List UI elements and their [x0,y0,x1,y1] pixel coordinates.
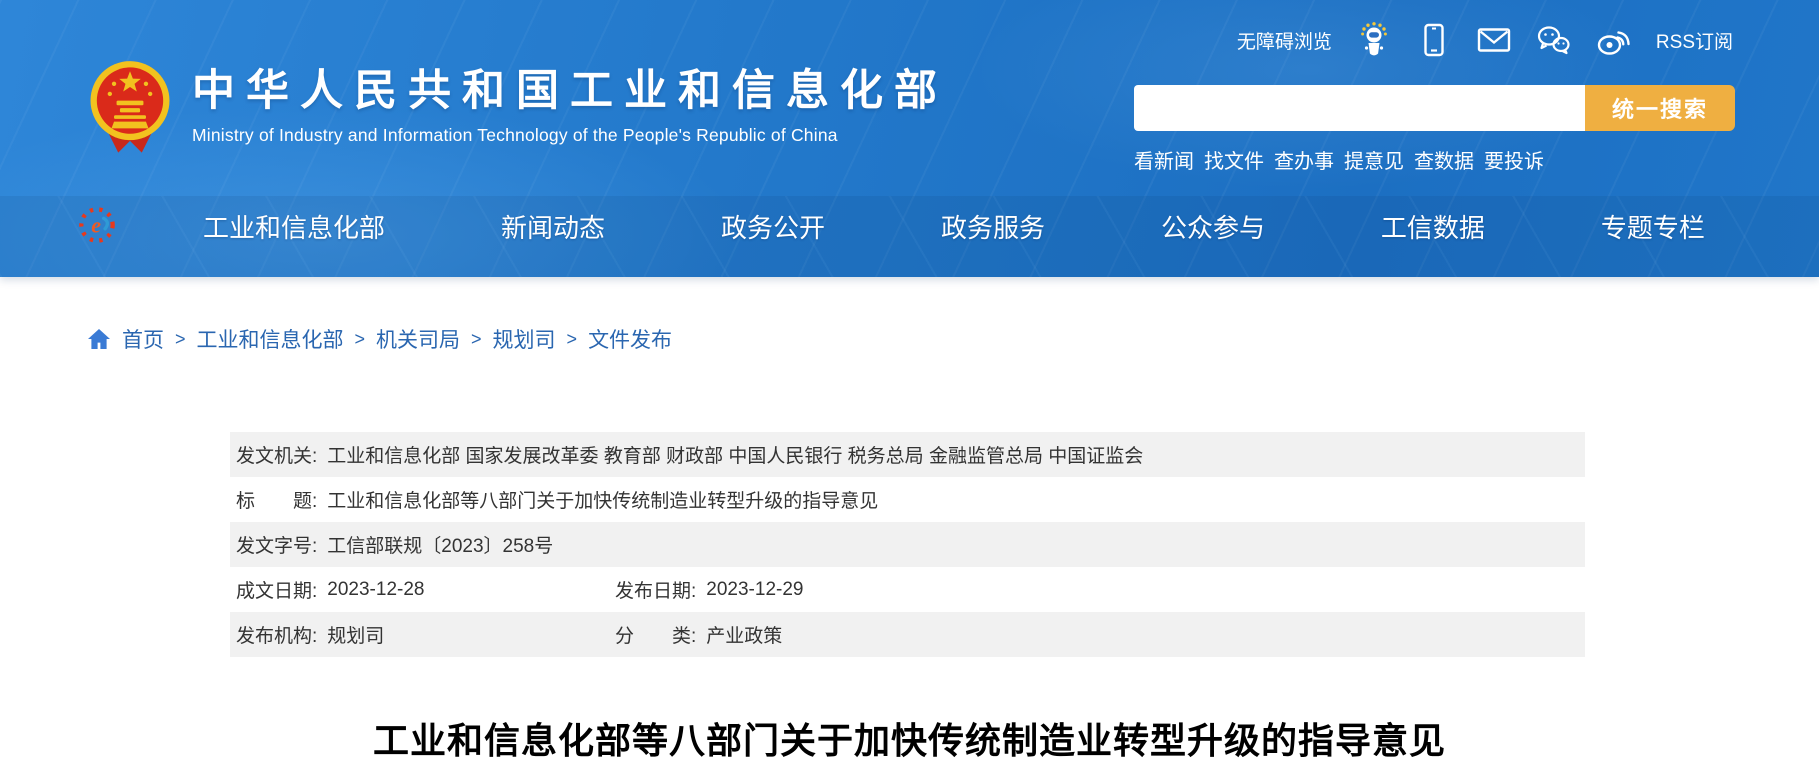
rss-link[interactable]: RSS订阅 [1656,27,1733,54]
quick-links: 看新闻 找文件 查办事 提意见 查数据 要投诉 [1134,145,1735,174]
field-label: 发布机构: [236,621,317,648]
nav-item-news[interactable]: 新闻动态 [501,208,605,245]
quick-link-data[interactable]: 查数据 [1414,145,1474,174]
utility-bar: 无障碍浏览 [1237,20,1733,60]
doc-info-table: 发文机关: 工业和信息化部 国家发展改革委 教育部 财政部 中国人民银行 税务总… [230,432,1585,657]
wechat-icon[interactable] [1536,22,1572,58]
field-value: 2023-12-29 [706,579,803,601]
svg-text:e: e [91,214,101,238]
field-value: 工业和信息化部 国家发展改革委 教育部 财政部 中国人民银行 税务总局 金融监管… [327,441,1143,468]
breadcrumb-separator: > [471,329,482,350]
breadcrumb-separator: > [355,329,366,350]
field-label: 发文字号: [236,531,317,558]
site-title: 中华人民共和国工业和信息化部 [192,68,948,115]
quick-link-news[interactable]: 看新闻 [1134,145,1194,174]
field-label: 发文机关: [236,441,317,468]
field-value: 2023-12-28 [327,579,424,601]
search-input[interactable] [1134,85,1585,131]
mobile-icon[interactable] [1416,22,1452,58]
breadcrumb-miit[interactable]: 工业和信息化部 [197,324,344,354]
doc-info-row-doc-number: 发文字号: 工信部联规〔2023〕258号 [230,522,1585,567]
field-value: 规划司 [327,621,384,648]
breadcrumb-planning-dept[interactable]: 规划司 [493,324,556,354]
breadcrumb-separator: > [175,329,186,350]
field-label: 分 类: [615,621,696,648]
quick-link-feedback[interactable]: 提意见 [1344,145,1404,174]
breadcrumb-document-release[interactable]: 文件发布 [588,324,672,354]
field-label: 发布日期: [615,576,696,603]
robot-mascot-icon[interactable] [1356,22,1392,58]
page: 无障碍浏览 [0,0,1819,774]
nav-item-industry-data[interactable]: 工信数据 [1381,208,1485,245]
quick-link-services[interactable]: 查办事 [1274,145,1334,174]
mail-icon[interactable] [1476,22,1512,58]
field-label: 标 题: [236,486,317,513]
main-nav: 工业和信息化部 新闻动态 政务公开 政务服务 公众参与 工信数据 专题专栏 [203,208,1705,245]
breadcrumb-home[interactable]: 首页 [122,324,164,354]
nav-item-special-topics[interactable]: 专题专栏 [1601,208,1705,245]
breadcrumb: 首页 > 工业和信息化部 > 机关司局 > 规划司 > 文件发布 [87,324,672,354]
miit-logo-icon[interactable]: e [78,206,116,244]
article-title: 工业和信息化部等八部门关于加快传统制造业转型升级的指导意见 [0,712,1819,764]
brand: 中华人民共和国工业和信息化部 Ministry of Industry and … [88,58,948,160]
search-area: 统一搜索 看新闻 找文件 查办事 提意见 查数据 要投诉 [1134,85,1735,174]
quick-link-complaint[interactable]: 要投诉 [1484,145,1544,174]
quick-link-files[interactable]: 找文件 [1204,145,1264,174]
site-subtitle: Ministry of Industry and Information Tec… [192,125,948,146]
nav-item-gov-services[interactable]: 政务服务 [941,208,1045,245]
field-label: 成文日期: [236,576,317,603]
doc-info-row-dates: 成文日期: 2023-12-28 发布日期: 2023-12-29 [230,567,1585,612]
nav-item-gov-openness[interactable]: 政务公开 [721,208,825,245]
home-icon[interactable] [87,328,111,350]
site-header: 无障碍浏览 [0,0,1819,277]
breadcrumb-departments[interactable]: 机关司局 [376,324,460,354]
national-emblem-logo [88,58,172,160]
doc-info-row-title: 标 题: 工业和信息化部等八部门关于加快传统制造业转型升级的指导意见 [230,477,1585,522]
field-value: 工信部联规〔2023〕258号 [327,531,553,558]
nav-item-public-participation[interactable]: 公众参与 [1161,208,1265,245]
weibo-icon[interactable] [1596,22,1632,58]
doc-info-row-publisher-category: 发布机构: 规划司 分 类: 产业政策 [230,612,1585,657]
field-value: 工业和信息化部等八部门关于加快传统制造业转型升级的指导意见 [327,486,878,513]
accessibility-link[interactable]: 无障碍浏览 [1237,27,1332,54]
breadcrumb-separator: > [567,329,578,350]
nav-item-miit[interactable]: 工业和信息化部 [203,208,385,245]
brand-titles: 中华人民共和国工业和信息化部 Ministry of Industry and … [192,58,948,146]
field-value: 产业政策 [706,621,782,648]
doc-info-row-issuing-agency: 发文机关: 工业和信息化部 国家发展改革委 教育部 财政部 中国人民银行 税务总… [230,432,1585,477]
unified-search-button[interactable]: 统一搜索 [1585,85,1735,131]
